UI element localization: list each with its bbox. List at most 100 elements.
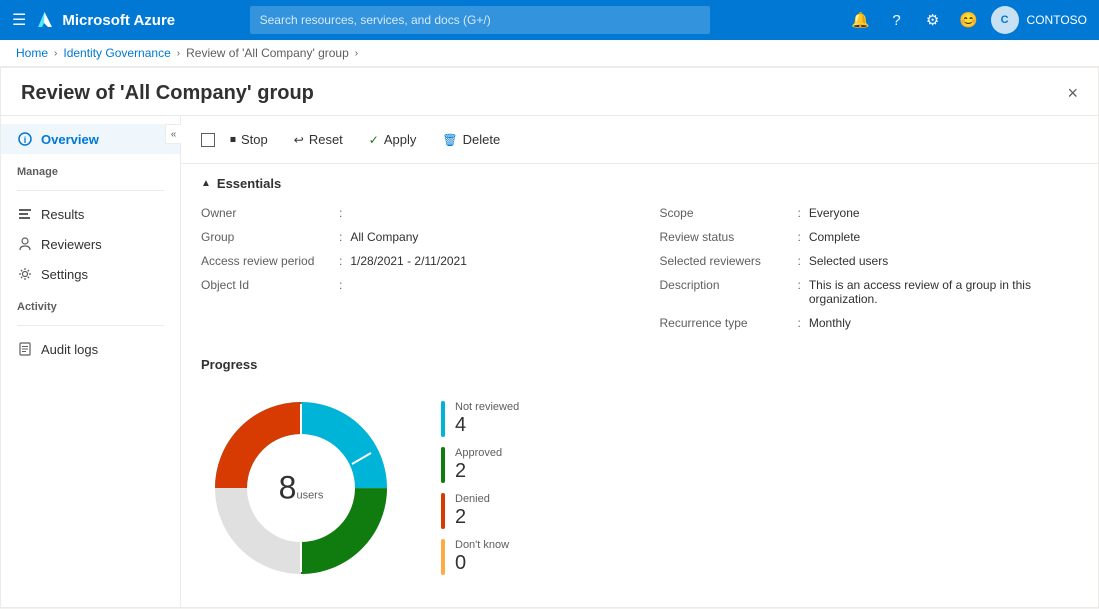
global-search-input[interactable] xyxy=(250,6,710,34)
apply-button[interactable]: ✓ Apply xyxy=(358,126,428,153)
essentials-header[interactable]: ▲ Essentials xyxy=(201,176,1078,191)
audit-logs-icon xyxy=(17,341,33,357)
legend-label-approved: Approved xyxy=(455,447,502,459)
app-logo: Microsoft Azure xyxy=(38,11,175,29)
user-avatar[interactable]: C xyxy=(991,6,1019,34)
breadcrumb-sep-2: › xyxy=(177,48,180,59)
overview-label: Overview xyxy=(41,132,99,147)
description-label: Description xyxy=(660,278,790,292)
progress-title: Progress xyxy=(201,357,1078,372)
scope-value: Everyone xyxy=(809,206,860,220)
results-label: Results xyxy=(41,207,84,222)
chart-legend: Not reviewed 4 Approved 2 xyxy=(441,401,519,575)
sidebar-item-audit-logs[interactable]: Audit logs xyxy=(1,334,180,364)
select-all-checkbox[interactable] xyxy=(201,133,215,147)
legend-label-not-reviewed: Not reviewed xyxy=(455,401,519,413)
app-name: Microsoft Azure xyxy=(62,12,175,29)
help-icon[interactable]: ? xyxy=(883,6,911,34)
azure-logo-icon xyxy=(38,11,56,29)
username-label[interactable]: CONTOSO xyxy=(1027,13,1087,27)
close-button[interactable]: × xyxy=(1067,83,1078,104)
group-value: All Company xyxy=(350,230,418,244)
reset-button[interactable]: ↩ Reset xyxy=(283,126,354,153)
audit-logs-label: Audit logs xyxy=(41,342,98,357)
breadcrumb-home[interactable]: Home xyxy=(16,46,48,60)
essentials-row-selected-reviewers: Selected reviewers : Selected users xyxy=(660,251,1079,271)
page-title: Review of 'All Company' group xyxy=(21,82,314,105)
hamburger-icon[interactable]: ☰ xyxy=(12,10,26,30)
essentials-row-owner: Owner : xyxy=(201,203,620,223)
activity-section-label: Activity xyxy=(1,289,180,317)
svg-text:i: i xyxy=(24,135,27,145)
essentials-row-group: Group : All Company xyxy=(201,227,620,247)
recurrence-value: Monthly xyxy=(809,316,851,330)
essentials-grid: Owner : Group : All Company Access revie… xyxy=(201,203,1078,333)
selected-reviewers-label: Selected reviewers xyxy=(660,254,790,268)
review-status-value: Complete xyxy=(809,230,860,244)
nav-icons: 🔔 ? ⚙ 😊 C CONTOSO xyxy=(847,6,1087,34)
essentials-row-description: Description : This is an access review o… xyxy=(660,275,1079,309)
period-label: Access review period xyxy=(201,254,331,268)
essentials-row-recurrence: Recurrence type : Monthly xyxy=(660,313,1079,333)
breadcrumb: Home › Identity Governance › Review of '… xyxy=(0,40,1099,67)
essentials-left: Owner : Group : All Company Access revie… xyxy=(201,203,620,333)
donut-svg xyxy=(201,388,401,588)
main-content: ⏹ Stop ↩ Reset ✓ Apply 🗑 Delete xyxy=(181,116,1098,607)
legend-label-dont-know: Don't know xyxy=(455,539,509,551)
legend-dont-know: Don't know 0 xyxy=(441,539,519,575)
scope-label: Scope xyxy=(660,206,790,220)
legend-approved: Approved 2 xyxy=(441,447,519,483)
top-navigation: ☰ Microsoft Azure 🔔 ? ⚙ 😊 C CONTOSO xyxy=(0,0,1099,40)
essentials-row-period: Access review period : 1/28/2021 - 2/11/… xyxy=(201,251,620,271)
breadcrumb-sep-1: › xyxy=(54,48,57,59)
essentials-right: Scope : Everyone Review status : Complet… xyxy=(660,203,1079,333)
essentials-title: Essentials xyxy=(217,176,281,191)
feedback-icon[interactable]: 😊 xyxy=(955,6,983,34)
selected-reviewers-value: Selected users xyxy=(809,254,888,268)
settings-icon[interactable]: ⚙ xyxy=(919,6,947,34)
sidebar-divider-1 xyxy=(17,190,164,191)
sidebar-divider-2 xyxy=(17,325,164,326)
legend-count-dont-know: 0 xyxy=(455,551,509,575)
legend-count-denied: 2 xyxy=(455,505,490,529)
settings-label: Settings xyxy=(41,267,88,282)
sidebar-item-results[interactable]: Results xyxy=(1,199,180,229)
page-header: Review of 'All Company' group × xyxy=(1,68,1098,116)
results-icon xyxy=(17,206,33,222)
breadcrumb-sep-3: › xyxy=(355,48,358,59)
stop-button[interactable]: ⏹ Stop xyxy=(219,126,279,153)
page-wrapper: Review of 'All Company' group × « i Over… xyxy=(0,67,1099,608)
legend-bar-denied xyxy=(441,493,445,529)
legend-bar-not-reviewed xyxy=(441,401,445,437)
reviewers-label: Reviewers xyxy=(41,237,102,252)
reviewers-icon xyxy=(17,236,33,252)
progress-section: Progress xyxy=(181,345,1098,607)
sidebar-item-settings[interactable]: Settings xyxy=(1,259,180,289)
sidebar-item-overview[interactable]: i Overview xyxy=(1,124,180,154)
notifications-icon[interactable]: 🔔 xyxy=(847,6,875,34)
essentials-chevron-icon: ▲ xyxy=(201,178,211,189)
objectid-label: Object Id xyxy=(201,278,331,292)
content-area: « i Overview Manage Results Reviewers xyxy=(1,116,1098,607)
settings-sidebar-icon xyxy=(17,266,33,282)
progress-chart-area: 8users Not reviewed 4 xyxy=(201,388,1078,588)
delete-button[interactable]: 🗑 Delete xyxy=(431,126,511,153)
delete-icon: 🗑 xyxy=(442,133,457,147)
reset-icon: ↩ xyxy=(294,133,304,147)
legend-label-denied: Denied xyxy=(455,493,490,505)
sidebar: « i Overview Manage Results Reviewers xyxy=(1,116,181,607)
essentials-row-review-status: Review status : Complete xyxy=(660,227,1079,247)
sidebar-toggle[interactable]: « xyxy=(165,124,181,144)
overview-icon: i xyxy=(17,131,33,147)
legend-not-reviewed: Not reviewed 4 xyxy=(441,401,519,437)
breadcrumb-identity-governance[interactable]: Identity Governance xyxy=(63,46,170,60)
review-status-label: Review status xyxy=(660,230,790,244)
description-value: This is an access review of a group in t… xyxy=(809,278,1078,306)
sidebar-item-reviewers[interactable]: Reviewers xyxy=(1,229,180,259)
recurrence-label: Recurrence type xyxy=(660,316,790,330)
breadcrumb-current: Review of 'All Company' group xyxy=(186,46,349,60)
owner-label: Owner xyxy=(201,206,331,220)
toolbar: ⏹ Stop ↩ Reset ✓ Apply 🗑 Delete xyxy=(181,116,1098,164)
apply-icon: ✓ xyxy=(369,133,379,147)
stop-icon: ⏹ xyxy=(230,132,236,147)
